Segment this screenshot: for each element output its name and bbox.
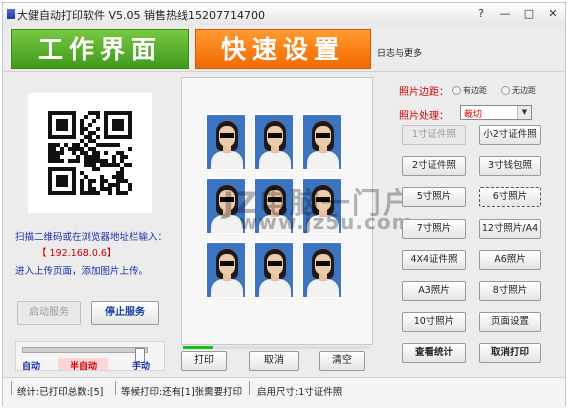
radio-with-margin[interactable] [452,86,461,95]
status-size: 启用尺寸:1寸证件照 [257,387,343,398]
print-mode-panel: 自动 半自动 手动 [15,341,165,372]
tab-quick-settings[interactable]: 快速设置 [195,29,371,69]
radio-no-margin-label: 无边距 [512,86,536,95]
print-progress [183,346,369,349]
size-button[interactable]: 8寸照片 [479,281,541,301]
size-button[interactable]: 12寸照片/A4 [479,218,541,239]
size-button[interactable]: 7寸照片 [402,218,466,239]
tab-work[interactable]: 工作界面 [11,29,189,69]
mode-slider-track[interactable] [22,347,148,363]
id-photo [206,242,246,298]
status-waiting: 等候打印:还有[1]张需要打印 [121,387,243,398]
id-photo [254,114,294,170]
status-separator [115,381,116,395]
size-button[interactable]: 10寸照片 [402,312,466,333]
size-button[interactable]: 4X4证件照 [402,249,466,270]
chevron-down-icon: ▼ [517,106,531,119]
id-photo [254,242,294,298]
title-bar: 大健自动打印软件 V5.05 销售热线15207714700 ? — □ ✕ [3,3,565,25]
size-button[interactable]: 小2寸证件照 [479,125,541,145]
print-progress-fill [183,346,213,349]
size-button[interactable]: 取消打印 [479,343,541,364]
divider [3,71,565,72]
mode-auto-label: 自动 [22,362,41,372]
process-select[interactable]: 裁切 ▼ [460,105,532,120]
cancel-button[interactable]: 取消 [249,351,299,371]
size-button[interactable]: 5寸照片 [402,187,466,208]
size-button[interactable]: 3寸钱包照 [479,156,541,177]
print-button[interactable]: 打印 [181,351,227,371]
radio-with-margin-label: 有边距 [463,86,487,95]
id-photo [302,114,342,170]
qr-code [28,93,152,213]
id-photo [302,242,342,298]
maximize-button[interactable]: □ [519,6,539,22]
status-separator [249,381,250,395]
size-button[interactable]: 1寸证件照 [402,125,466,145]
status-bar: 统计:已打印总数:[5] 等候打印:还有[1]张需要打印 启用尺寸:1寸证件照 [3,377,565,408]
size-button[interactable]: A6照片 [479,249,541,270]
start-service-button[interactable]: 启动服务 [17,301,81,325]
process-label: 照片处理： [399,111,449,122]
watermark-url: www.jz5u.com [239,210,414,234]
size-button[interactable]: 页面设置 [479,312,541,333]
status-separator [11,381,12,395]
size-button[interactable]: 2寸证件照 [402,156,466,177]
process-select-value: 裁切 [464,110,483,120]
margin-label: 照片边距： [399,87,449,98]
size-button[interactable]: 6寸照片 [479,187,541,208]
size-button[interactable]: 查看统计 [402,343,466,364]
log-link[interactable]: 日志与更多 [377,46,422,59]
ip-address: 【 192.168.0.6】 [37,248,117,259]
status-stats: 统计:已打印总数:[5] [17,387,104,398]
size-button[interactable]: A3照片 [402,281,466,301]
mode-manual-label: 手动 [132,362,151,372]
stop-service-button[interactable]: 停止服务 [91,301,159,325]
scan-hint: 扫描二维码或在浏览器地址栏输入： [15,232,168,243]
close-button[interactable]: ✕ [543,6,563,22]
window-title: 大健自动打印软件 V5.05 销售热线15207714700 [17,9,265,22]
help-button[interactable]: ? [471,6,491,22]
clear-button[interactable]: 清空 [319,351,365,371]
mode-semi-auto-label: 半自动 [70,362,98,372]
minimize-button[interactable]: — [495,6,515,22]
app-icon [7,9,15,19]
app-window: 大健自动打印软件 V5.05 销售热线15207714700 ? — □ ✕ 工… [2,2,566,408]
radio-no-margin[interactable] [501,86,510,95]
id-photo [206,114,246,170]
qr-code-image [48,111,132,195]
upload-hint: 进入上传页面，添加图片上传。 [15,266,149,277]
